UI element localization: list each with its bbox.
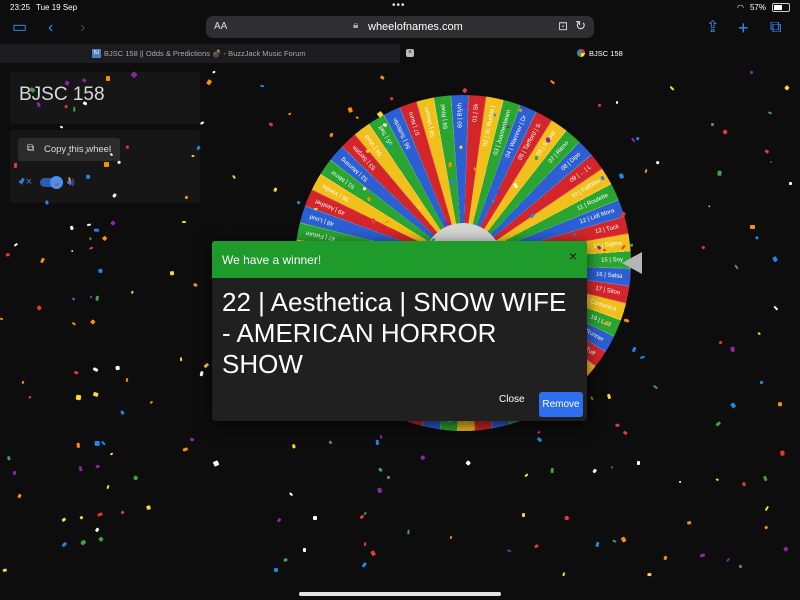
sound-toggle[interactable] bbox=[40, 176, 63, 189]
copy-wheel-button[interactable]: ⧉ Copy this wheel bbox=[18, 138, 120, 161]
wheel-pointer bbox=[622, 252, 642, 274]
status-date: Tue 19 Sep bbox=[36, 3, 78, 12]
forward-icon[interactable]: › bbox=[80, 18, 85, 38]
tab-buzzjack[interactable]: BJ BJSC 158 || Odds & Predictions 💣 - Bu… bbox=[0, 44, 400, 63]
close-dialog-icon[interactable]: × bbox=[569, 248, 577, 264]
new-tab-icon[interactable]: + bbox=[738, 18, 749, 38]
winner-text: 22 | Aesthetica | SNOW WIFE - AMERICAN H… bbox=[222, 287, 567, 379]
winner-dialog: We have a winner! × 22 | Aesthetica | SN… bbox=[212, 241, 587, 421]
text-size-button[interactable]: AA bbox=[214, 21, 227, 32]
copy-wheel-label: Copy this wheel bbox=[44, 144, 112, 155]
tab-wheel[interactable]: × BJSC 158 bbox=[400, 44, 800, 63]
home-indicator[interactable] bbox=[299, 592, 501, 596]
close-tab-icon[interactable]: × bbox=[406, 49, 414, 57]
buzzjack-favicon: BJ bbox=[92, 49, 101, 58]
tab-label: BJSC 158 bbox=[589, 49, 623, 58]
winner-dialog-title: We have a winner! bbox=[222, 253, 322, 267]
close-button[interactable]: Close bbox=[499, 394, 525, 405]
back-icon[interactable]: ‹ bbox=[48, 18, 53, 38]
sidebar-icon[interactable]: ▭ bbox=[12, 18, 27, 38]
address-bar[interactable]: AA 🔒︎ wheelofnames.com ⊡ ↻ bbox=[206, 16, 594, 38]
tabs-overview-icon[interactable]: ⧉ bbox=[770, 18, 781, 38]
battery-percent: 57% bbox=[749, 3, 766, 12]
multitasking-dots[interactable]: ••• bbox=[392, 0, 406, 11]
share-icon[interactable]: ⇪ bbox=[706, 18, 719, 38]
url-text[interactable]: wheelofnames.com bbox=[368, 21, 463, 33]
status-bar: 23:25 Tue 19 Sep ••• ◠ 57% bbox=[0, 0, 800, 14]
tab-label: BJSC 158 || Odds & Predictions 💣 - BuzzJ… bbox=[104, 49, 306, 58]
remove-button[interactable]: Remove bbox=[539, 392, 583, 417]
battery-icon bbox=[772, 3, 790, 12]
extension-icon[interactable]: ⊡ bbox=[558, 19, 568, 33]
wheel-favicon bbox=[577, 49, 585, 57]
wifi-icon: ◠ bbox=[737, 3, 744, 12]
lock-icon: 🔒︎ bbox=[353, 20, 359, 31]
reload-icon[interactable]: ↻ bbox=[575, 18, 586, 34]
status-time: 23:25 bbox=[10, 3, 31, 12]
copy-icon: ⧉ bbox=[27, 143, 35, 154]
winner-dialog-header: We have a winner! × bbox=[212, 241, 587, 278]
tab-bar: BJ BJSC 158 || Odds & Predictions 💣 - Bu… bbox=[0, 44, 800, 63]
